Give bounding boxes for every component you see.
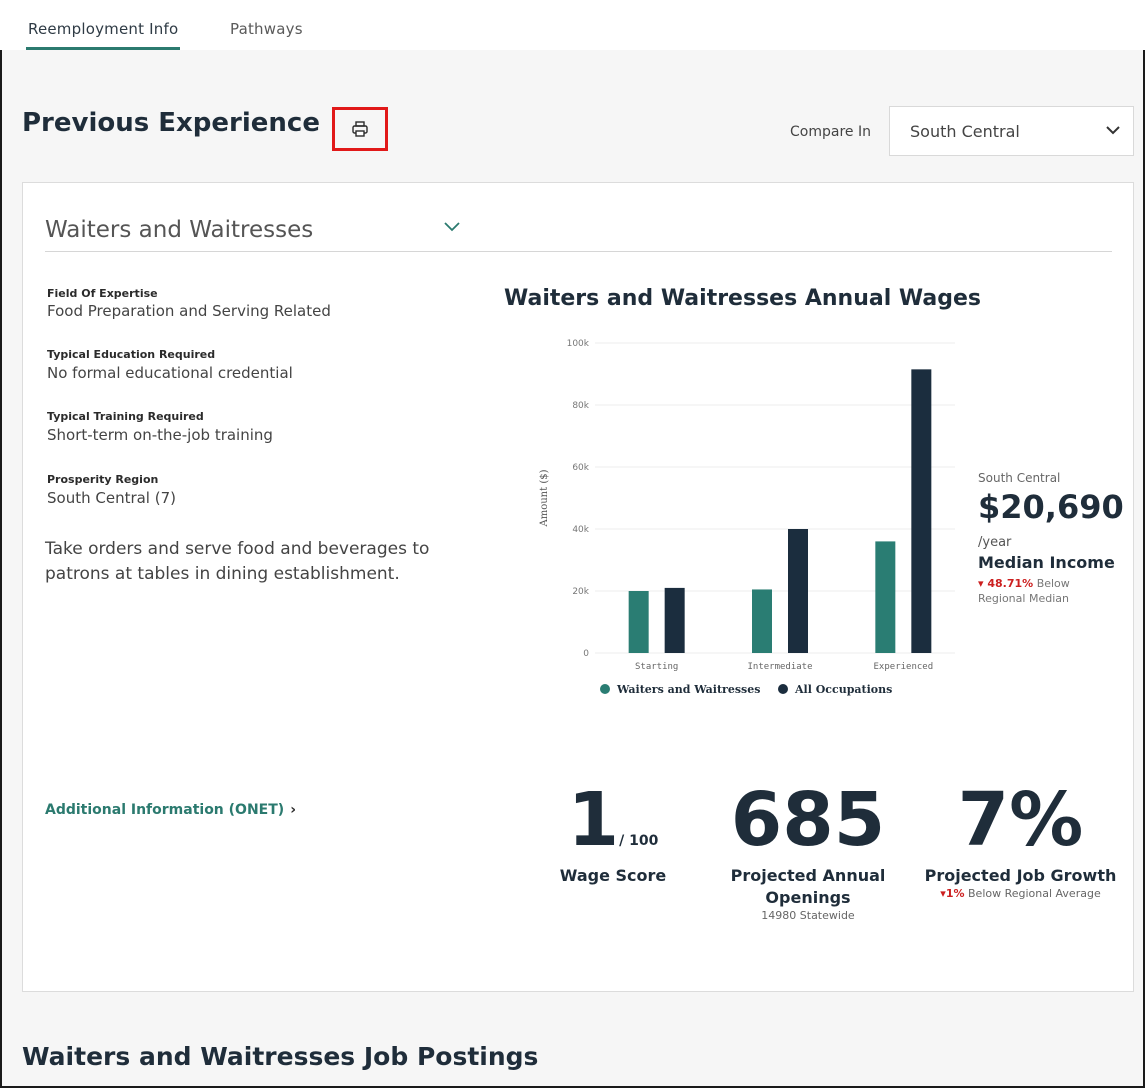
occupation-dropdown[interactable]: Waiters and Waitresses — [45, 217, 313, 243]
y-tick-label: 20k — [572, 587, 589, 597]
growth-metric: 7% Projected Job Growth ▾1% Below Region… — [923, 783, 1118, 900]
openings-value: 685 — [730, 777, 886, 863]
y-tick-label: 100k — [567, 339, 590, 349]
growth-label: Projected Job Growth — [924, 866, 1117, 885]
growth-change-value: 1% — [945, 887, 965, 900]
typical-training-label: Typical Training Required — [47, 410, 204, 423]
chevron-down-icon[interactable] — [443, 221, 461, 233]
caret-down-icon: ▾ — [978, 577, 988, 590]
x-tick-label: Intermediate — [747, 662, 812, 672]
wage-score-value: 1 — [567, 777, 620, 863]
wage-score-suffix: / 100 — [619, 833, 659, 849]
print-button[interactable] — [332, 107, 388, 151]
prosperity-region-value: South Central (7) — [47, 489, 176, 507]
chevron-down-icon — [1106, 126, 1120, 135]
median-change-value: 48.71% — [987, 577, 1034, 590]
wage-score-label: Wage Score — [559, 866, 667, 885]
growth-change-text: Below Regional Average — [968, 887, 1101, 900]
occupation-description: Take orders and serve food and beverages… — [45, 539, 430, 584]
job-postings-title: Waiters and Waitresses Job Postings — [22, 1042, 539, 1071]
field-of-expertise-value: Food Preparation and Serving Related — [47, 302, 331, 320]
y-tick-label: 80k — [572, 401, 589, 411]
compare-label: Compare In — [790, 124, 871, 140]
median-unit: /year — [978, 535, 1012, 550]
bar-experienced-1 — [911, 369, 932, 653]
bar-intermediate-0 — [752, 589, 772, 653]
onet-link-label: Additional Information (ONET) — [45, 802, 285, 818]
median-label: Median Income — [978, 553, 1115, 572]
wage-score-metric: 1/ 100 Wage Score — [528, 783, 698, 887]
region-select-value: South Central — [910, 122, 1020, 141]
bar-starting-1 — [664, 587, 685, 653]
field-of-expertise-label: Field Of Expertise — [47, 287, 158, 300]
region-select[interactable]: South Central — [889, 106, 1134, 156]
legend-marker — [600, 684, 610, 694]
chevron-right-icon: › — [290, 802, 296, 818]
openings-metric: 685 Projected Annual Openings 14980 Stat… — [713, 783, 903, 922]
tab-pathways[interactable]: Pathways — [230, 20, 303, 38]
openings-label: Projected Annual Openings — [730, 866, 886, 907]
legend-marker — [778, 684, 788, 694]
typical-education-label: Typical Education Required — [47, 348, 216, 361]
typical-training-value: Short-term on-the-job training — [47, 426, 273, 444]
onet-link[interactable]: Additional Information (ONET) › — [45, 802, 296, 818]
chart-title: Waiters and Waitresses Annual Wages — [504, 286, 981, 311]
legend-label: Waiters and Waitresses — [616, 683, 760, 696]
growth-value: 7% — [957, 777, 1084, 863]
page-title: Previous Experience — [22, 108, 320, 138]
bar-intermediate-1 — [788, 529, 808, 653]
divider — [45, 251, 1112, 252]
prosperity-region-label: Prosperity Region — [47, 473, 159, 486]
typical-education-value: No formal educational credential — [47, 364, 293, 382]
y-tick-label: 60k — [572, 463, 589, 473]
median-region: South Central — [978, 471, 1061, 485]
y-tick-label: 0 — [583, 649, 589, 659]
y-axis-label: Amount ($) — [539, 469, 550, 527]
growth-change: ▾1% Below Regional Average — [923, 887, 1118, 900]
legend-label: All Occupations — [794, 683, 892, 696]
bar-experienced-0 — [875, 541, 896, 653]
occupation-card: Waiters and Waitresses Field Of Expertis… — [22, 182, 1134, 992]
wage-bar-chart: 0 20k 40k 60k 80k 100k Amount ($) Starting Inter… — [539, 339, 955, 696]
x-tick-label: Experienced — [874, 662, 934, 672]
x-tick-label: Starting — [635, 662, 678, 672]
median-amount: $20,690 — [978, 488, 1124, 526]
y-tick-label: 40k — [572, 525, 589, 535]
tab-bar: Reemployment Info Pathways — [0, 0, 1145, 50]
openings-sub: 14980 Statewide — [761, 909, 855, 922]
printer-icon — [352, 121, 368, 137]
bar-starting-0 — [628, 591, 649, 653]
tab-reemployment-info[interactable]: Reemployment Info — [25, 20, 181, 50]
median-change: ▾ 48.71% Below Regional Median — [978, 576, 1098, 606]
